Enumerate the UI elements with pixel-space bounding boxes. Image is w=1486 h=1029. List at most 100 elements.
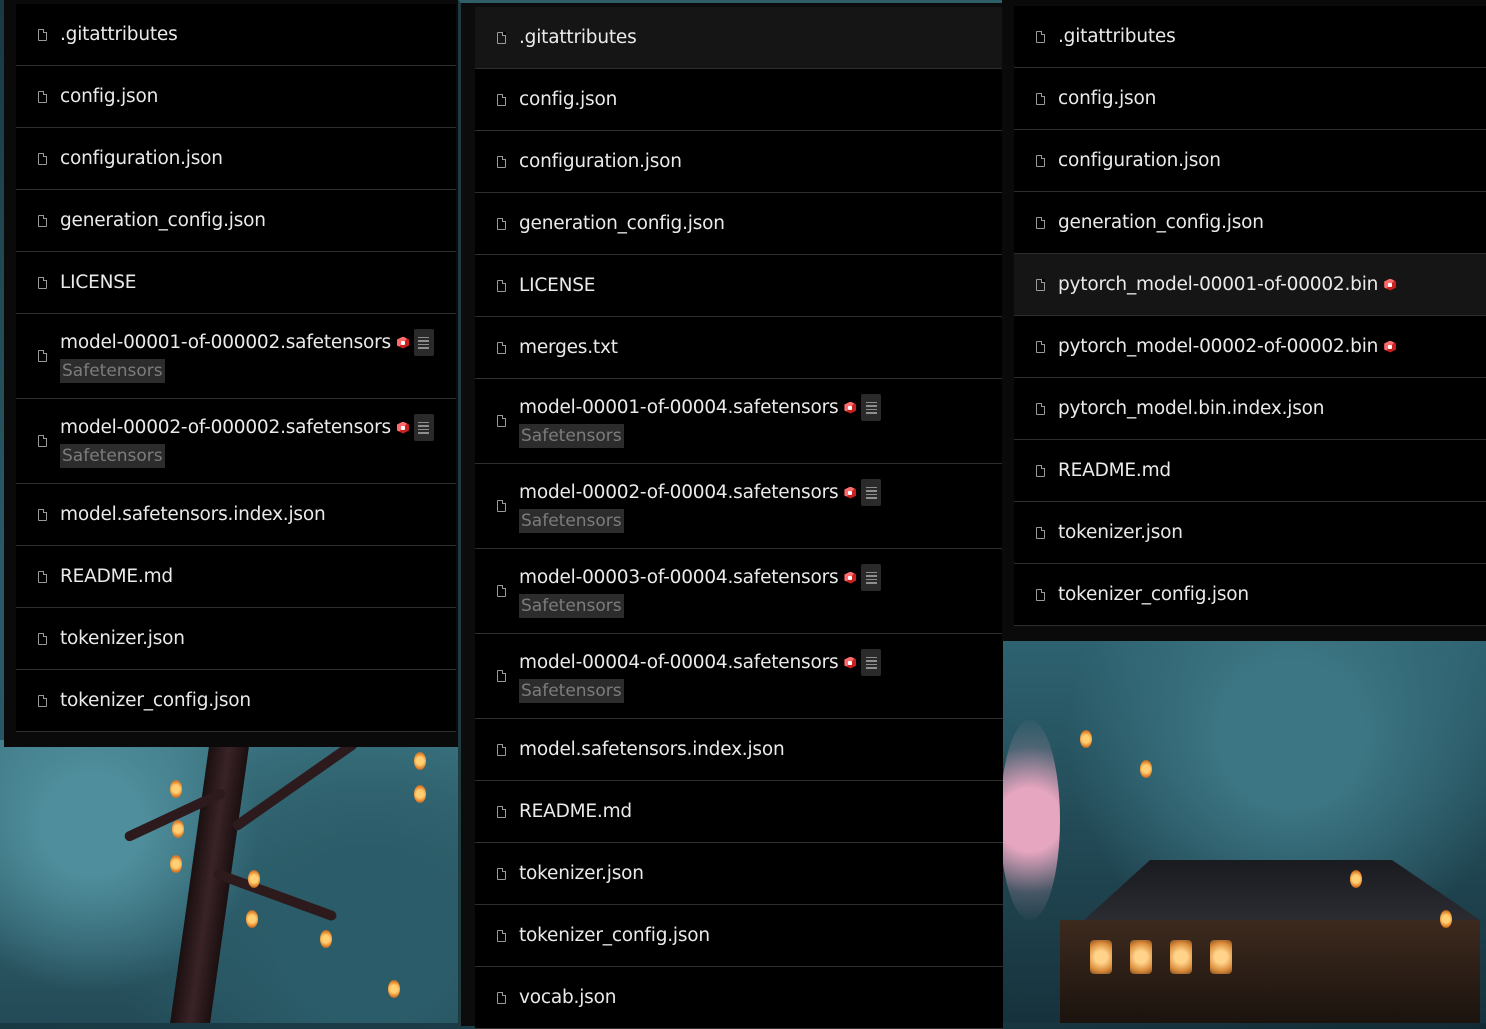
file-name-link[interactable]: model-00002-of-00004.safetensors xyxy=(519,482,839,503)
file-row[interactable]: README.md xyxy=(1014,440,1486,502)
file-row[interactable]: configuration.json xyxy=(16,128,456,190)
file-row[interactable]: LICENSE xyxy=(475,255,1003,317)
file-name-link[interactable]: tokenizer_config.json xyxy=(1058,584,1249,605)
file-name-link[interactable]: tokenizer.json xyxy=(519,863,644,884)
file-name-link[interactable]: configuration.json xyxy=(60,148,223,169)
file-name-link[interactable]: pytorch_model-00002-of-00002.bin xyxy=(1058,336,1378,357)
file-name-link[interactable]: model-00001-of-00004.safetensors xyxy=(519,397,839,418)
file-row[interactable]: model-00002-of-000002.safetensors Safeten… xyxy=(16,399,456,484)
file-row[interactable]: pytorch_model.bin.index.json xyxy=(1014,378,1486,440)
dataset-viewer-icon[interactable] xyxy=(861,564,882,591)
file-name-link[interactable]: configuration.json xyxy=(1058,150,1221,171)
file-name-link[interactable]: generation_config.json xyxy=(519,213,725,234)
file-name-line: tokenizer_config.json xyxy=(519,925,710,946)
file-row[interactable]: configuration.json xyxy=(475,131,1003,193)
dataset-viewer-icon[interactable] xyxy=(413,329,434,356)
file-icon xyxy=(1036,340,1045,353)
file-row[interactable]: config.json xyxy=(475,69,1003,131)
file-entry: model-00003-of-00004.safetensors Safetens… xyxy=(519,564,882,618)
file-name-link[interactable]: generation_config.json xyxy=(1058,212,1264,233)
file-icon xyxy=(497,155,506,168)
dataset-viewer-icon[interactable] xyxy=(413,414,434,441)
file-name-link[interactable]: config.json xyxy=(1058,88,1156,109)
dataset-viewer-icon[interactable] xyxy=(861,394,882,421)
file-row[interactable]: model-00003-of-00004.safetensors Safetens… xyxy=(475,549,1003,634)
file-entry: pytorch_model.bin.index.json xyxy=(1058,398,1325,419)
file-row[interactable]: generation_config.json xyxy=(1014,192,1486,254)
file-name-link[interactable]: README.md xyxy=(60,566,173,587)
file-row[interactable]: model-00004-of-00004.safetensors Safetens… xyxy=(475,634,1003,719)
file-name-link[interactable]: tokenizer.json xyxy=(1058,522,1183,543)
file-row[interactable]: tokenizer_config.json xyxy=(1014,564,1486,626)
file-row[interactable]: model-00001-of-00004.safetensors Safetens… xyxy=(475,379,1003,464)
file-row[interactable]: README.md xyxy=(16,546,456,608)
file-name-link[interactable]: README.md xyxy=(1058,460,1171,481)
lantern xyxy=(170,780,182,798)
tree-branch xyxy=(212,868,338,922)
file-entry: tokenizer_config.json xyxy=(60,690,251,711)
file-name-link[interactable]: generation_config.json xyxy=(60,210,266,231)
file-name-link[interactable]: .gitattributes xyxy=(1058,26,1176,47)
file-name-link[interactable]: model-00003-of-00004.safetensors xyxy=(519,567,839,588)
file-name-link[interactable]: model.safetensors.index.json xyxy=(60,504,326,525)
file-row[interactable]: vocab.json xyxy=(475,967,1003,1029)
file-row[interactable]: tokenizer.json xyxy=(16,608,456,670)
file-name-link[interactable]: config.json xyxy=(519,89,617,110)
file-row[interactable]: tokenizer.json xyxy=(1014,502,1486,564)
file-row[interactable]: tokenizer_config.json xyxy=(475,905,1003,967)
file-icon xyxy=(38,350,47,362)
file-icon xyxy=(38,214,47,227)
file-row[interactable]: config.json xyxy=(1014,68,1486,130)
file-row[interactable]: pytorch_model-00002-of-00002.bin xyxy=(1014,316,1486,378)
file-entry: tokenizer.json xyxy=(60,628,185,649)
file-name-link[interactable]: .gitattributes xyxy=(519,27,637,48)
file-row[interactable]: tokenizer.json xyxy=(475,843,1003,905)
file-icon xyxy=(1036,588,1045,601)
file-row[interactable]: generation_config.json xyxy=(475,193,1003,255)
file-name-link[interactable]: tokenizer_config.json xyxy=(60,690,251,711)
file-icon xyxy=(497,991,506,1004)
file-row[interactable]: config.json xyxy=(16,66,456,128)
file-list-panel-right: .gitattributes config.json configuration.j… xyxy=(1002,0,1486,641)
file-name-link[interactable]: model.safetensors.index.json xyxy=(519,739,785,760)
file-row[interactable]: LICENSE xyxy=(16,252,456,314)
file-entry: model-00002-of-000002.safetensors Safeten… xyxy=(60,414,434,468)
dataset-viewer-icon[interactable] xyxy=(861,649,882,676)
file-icon xyxy=(497,217,506,230)
file-entry: configuration.json xyxy=(1058,150,1221,171)
file-name-link[interactable]: LICENSE xyxy=(60,272,136,293)
file-row[interactable]: merges.txt xyxy=(475,317,1003,379)
file-row[interactable]: README.md xyxy=(475,781,1003,843)
file-entry: generation_config.json xyxy=(519,213,725,234)
file-row[interactable]: model-00002-of-00004.safetensors Safetens… xyxy=(475,464,1003,549)
file-name-link[interactable]: model-00001-of-000002.safetensors xyxy=(60,332,391,353)
file-row[interactable]: configuration.json xyxy=(1014,130,1486,192)
file-name-line: README.md xyxy=(1058,460,1171,481)
file-name-link[interactable]: pytorch_model-00001-of-00002.bin xyxy=(1058,274,1378,295)
lfs-storage-icon xyxy=(843,486,857,500)
file-icon xyxy=(497,415,506,427)
file-row[interactable]: .gitattributes xyxy=(16,4,456,66)
file-entry: generation_config.json xyxy=(60,210,266,231)
file-name-link[interactable]: config.json xyxy=(60,86,158,107)
file-name-link[interactable]: configuration.json xyxy=(519,151,682,172)
file-name-link[interactable]: tokenizer_config.json xyxy=(519,925,710,946)
file-name-link[interactable]: .gitattributes xyxy=(60,24,178,45)
file-name-link[interactable]: tokenizer.json xyxy=(60,628,185,649)
file-row[interactable]: model-00001-of-000002.safetensors Safeten… xyxy=(16,314,456,399)
file-name-link[interactable]: merges.txt xyxy=(519,337,618,358)
file-name-link[interactable]: model-00002-of-000002.safetensors xyxy=(60,417,391,438)
file-row[interactable]: generation_config.json xyxy=(16,190,456,252)
file-name-link[interactable]: README.md xyxy=(519,801,632,822)
file-row[interactable]: .gitattributes xyxy=(1014,6,1486,68)
file-row[interactable]: .gitattributes xyxy=(475,7,1003,69)
file-row[interactable]: model.safetensors.index.json xyxy=(475,719,1003,781)
file-name-link[interactable]: vocab.json xyxy=(519,987,616,1008)
file-row[interactable]: tokenizer_config.json xyxy=(16,670,456,732)
file-row[interactable]: pytorch_model-00001-of-00002.bin xyxy=(1014,254,1486,316)
file-name-link[interactable]: LICENSE xyxy=(519,275,595,296)
dataset-viewer-icon[interactable] xyxy=(861,479,882,506)
file-name-link[interactable]: pytorch_model.bin.index.json xyxy=(1058,398,1325,419)
file-name-link[interactable]: model-00004-of-00004.safetensors xyxy=(519,652,839,673)
file-row[interactable]: model.safetensors.index.json xyxy=(16,484,456,546)
